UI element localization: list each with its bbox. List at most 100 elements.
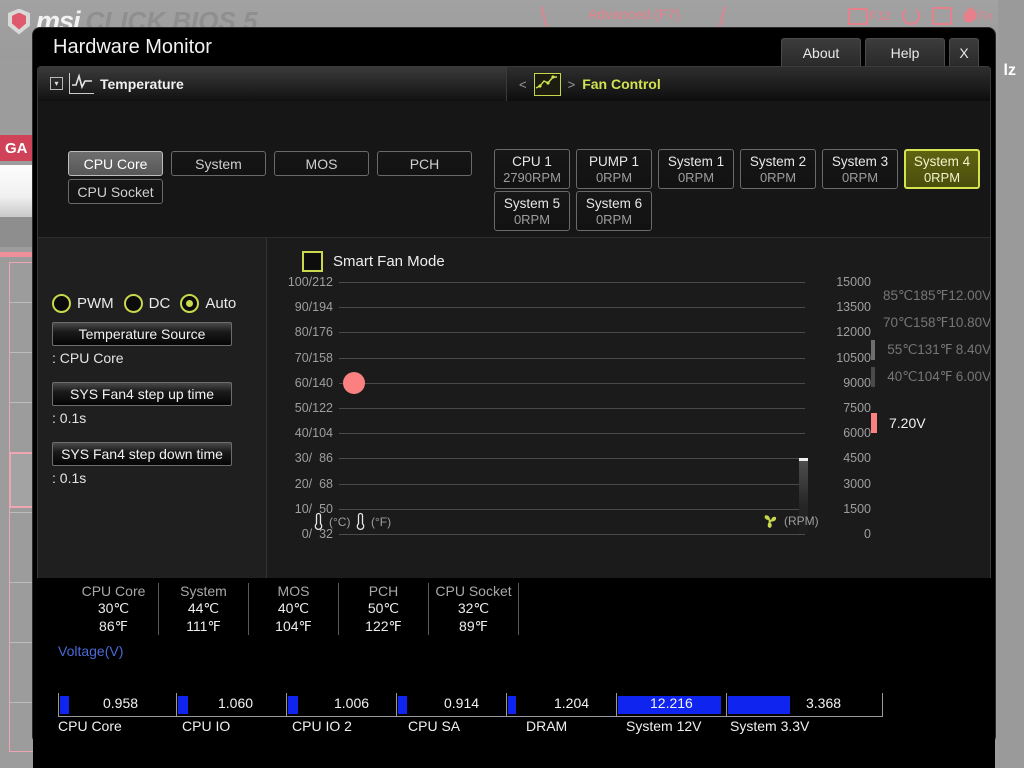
legend-celsius: 40℃ — [887, 368, 918, 384]
fahrenheit-unit-indicator: (°F) — [355, 512, 391, 531]
radio-pwm[interactable] — [52, 294, 71, 313]
voltage-end-tick — [882, 693, 883, 717]
fan-tabs-row-1: CPU 1 2790RPM PUMP 1 0RPM System 1 0RPM … — [494, 149, 980, 189]
voltage-value: 3.368 — [806, 695, 842, 711]
temp-readout-pch: PCH 50℃ 122℉ — [339, 583, 429, 635]
legend-fahrenheit: 131℉ — [917, 341, 953, 357]
radio-dc[interactable] — [123, 294, 143, 313]
temperature-readouts: CPU Core 30℃ 86℉ System 44℃ 111℉ MOS 40℃… — [69, 583, 519, 635]
voltage-label: CPU Core — [58, 718, 122, 734]
step-down-time-value: : 0.1s — [52, 470, 87, 486]
bios-advanced-label: Advanced (F7) — [588, 6, 680, 22]
screenshot-icon[interactable]: F12 — [847, 7, 891, 25]
rpm-unit-indicator: (RPM) — [761, 512, 819, 530]
tab-mos[interactable]: MOS — [274, 151, 369, 176]
fan-control-section-header: < > Fan Control — [506, 67, 990, 101]
rpm-label: (RPM) — [784, 514, 819, 528]
voltage-bar — [508, 696, 516, 714]
legend-row: 70℃ 158℉ 10.80V — [871, 309, 991, 336]
tab-pch[interactable]: PCH — [377, 151, 472, 176]
fan-tab-system-1[interactable]: System 1 0RPM — [658, 149, 734, 189]
fan-tab-system-6[interactable]: System 6 0RPM — [576, 191, 652, 231]
fan-tab-rpm: 0RPM — [923, 169, 961, 185]
voltage-bar — [288, 696, 298, 714]
about-button[interactable]: About — [781, 38, 861, 66]
voltage-label: CPU IO 2 — [292, 718, 352, 734]
voltage-readouts: 0.958 CPU Core 1.060 CPU IO 1.006 CPU IO… — [58, 688, 883, 734]
curve-control-point[interactable] — [343, 372, 365, 394]
fan-tab-pump-1[interactable]: PUMP 1 0RPM — [576, 149, 652, 189]
legend-volts: 6.00V — [955, 369, 991, 384]
temperature-section-header: ▾ Temperature — [50, 73, 184, 94]
smart-fan-mode-row[interactable]: Smart Fan Mode — [302, 251, 445, 272]
celsius-label: (°C) — [329, 514, 351, 529]
fan-tab-rpm: 0RPM — [513, 211, 551, 227]
temp-celsius: 50℃ — [367, 600, 400, 616]
bios-top-icons[interactable]: F12 Fn × — [847, 6, 1016, 26]
legend-current-volts: 7.20V — [889, 415, 926, 431]
axis-right-tick: 4500 — [843, 451, 871, 466]
favorites-icon[interactable] — [932, 7, 953, 25]
temp-name: MOS — [277, 583, 310, 599]
fan-tab-name: System 4 — [913, 153, 971, 169]
smart-fan-mode-checkbox[interactable] — [302, 251, 323, 272]
tab-cpu-socket[interactable]: CPU Socket — [68, 179, 163, 204]
temp-name: CPU Core — [81, 583, 146, 599]
temp-readout-cpu-core: CPU Core 30℃ 86℉ — [69, 583, 159, 635]
radio-pwm-label: PWM — [77, 295, 114, 312]
fan-settings-column: PWM DC Auto Temperature Source : CPU Cor… — [38, 238, 267, 583]
fan-mode-radio-group: PWM DC Auto — [52, 294, 240, 313]
axis-right-tick: 12000 — [836, 325, 871, 340]
legend-current-swatch — [871, 413, 877, 433]
refresh-icon[interactable] — [902, 7, 921, 25]
section-header: ▾ Temperature < > Fan Control — [38, 67, 990, 101]
radio-auto[interactable] — [180, 294, 200, 313]
step-down-time-button[interactable]: SYS Fan4 step down time — [52, 442, 232, 466]
thermometer-icon — [313, 512, 324, 531]
fan-tab-name: System 6 — [585, 195, 643, 211]
fan-graph-icon — [533, 72, 561, 96]
fan-tab-system-4[interactable]: System 4 0RPM — [904, 149, 980, 189]
voltage-value: 1.204 — [554, 695, 590, 711]
window-buttons: About Help X — [781, 38, 979, 66]
smart-fan-mode-label: Smart Fan Mode — [333, 253, 445, 270]
collapse-icon[interactable]: ▾ — [50, 77, 63, 90]
voltage-value: 1.060 — [218, 695, 254, 711]
language-icon[interactable]: Fn — [961, 6, 993, 26]
fan-tab-system-5[interactable]: System 5 0RPM — [494, 191, 570, 231]
fan-tab-name: System 5 — [503, 195, 561, 211]
voltage-label: System 12V — [626, 718, 702, 734]
temp-readout-system: System 44℃ 111℉ — [159, 583, 249, 635]
temperature-source-tabs-row-2: CPU Socket — [68, 179, 163, 204]
fan-tab-cpu-1[interactable]: CPU 1 2790RPM — [494, 149, 570, 189]
fn-label: Fn — [978, 9, 993, 23]
voltage-item-cpu-io: 1.060 CPU IO — [176, 688, 286, 734]
fan-tab-system-3[interactable]: System 3 0RPM — [822, 149, 898, 189]
voltage-item-system-12v: 12.216 System 12V — [616, 688, 726, 734]
fan-tab-rpm: 0RPM — [595, 211, 633, 227]
tab-cpu-core[interactable]: CPU Core — [68, 151, 163, 176]
axis-left-tick: 70/158 — [294, 350, 333, 365]
fan-tab-system-2[interactable]: System 2 0RPM — [740, 149, 816, 189]
chart-plot-area[interactable] — [339, 282, 808, 535]
next-arrow-icon[interactable]: > — [568, 77, 576, 92]
tab-system[interactable]: System — [171, 151, 266, 176]
temp-celsius: 30℃ — [97, 600, 130, 616]
fan-tab-name: PUMP 1 — [588, 153, 640, 169]
help-button[interactable]: Help — [865, 38, 945, 66]
radio-auto-label: Auto — [205, 295, 237, 312]
close-button[interactable]: X — [949, 38, 979, 66]
temp-name: System — [180, 583, 227, 599]
temp-name: PCH — [368, 583, 399, 599]
f12-label: F12 — [869, 9, 891, 23]
step-up-time-button[interactable]: SYS Fan4 step up time — [52, 382, 232, 406]
prev-arrow-icon[interactable]: < — [519, 77, 527, 92]
axis-right-tick: 1500 — [843, 501, 871, 516]
legend-fahrenheit: 104℉ — [917, 368, 953, 384]
voltage-item-cpu-sa: 0.914 CPU SA — [396, 688, 506, 734]
temperature-source-button[interactable]: Temperature Source — [52, 322, 232, 346]
fan-control-body: PWM DC Auto Temperature Source : CPU Cor… — [38, 237, 991, 583]
bottom-readouts: CPU Core 30℃ 86℉ System 44℃ 111℉ MOS 40℃… — [33, 578, 995, 768]
legend-volts: 10.80V — [948, 315, 991, 330]
axis-left-tick: 60/140 — [294, 375, 333, 390]
